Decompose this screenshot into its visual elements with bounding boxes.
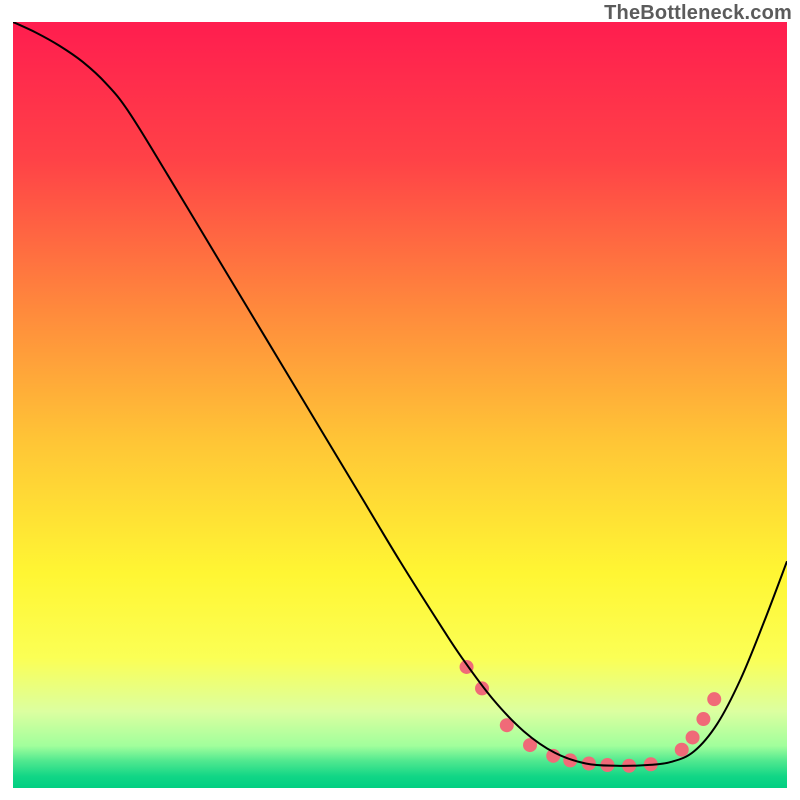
background-gradient [13,22,787,788]
watermark-text: TheBottleneck.com [604,2,792,25]
chart-svg [13,22,787,788]
chart-plot-area [13,22,787,788]
chart-frame: TheBottleneck.com [0,0,800,800]
marker-dot [686,730,700,744]
marker-dot [707,692,721,706]
marker-dot [696,712,710,726]
marker-dot [675,743,689,757]
